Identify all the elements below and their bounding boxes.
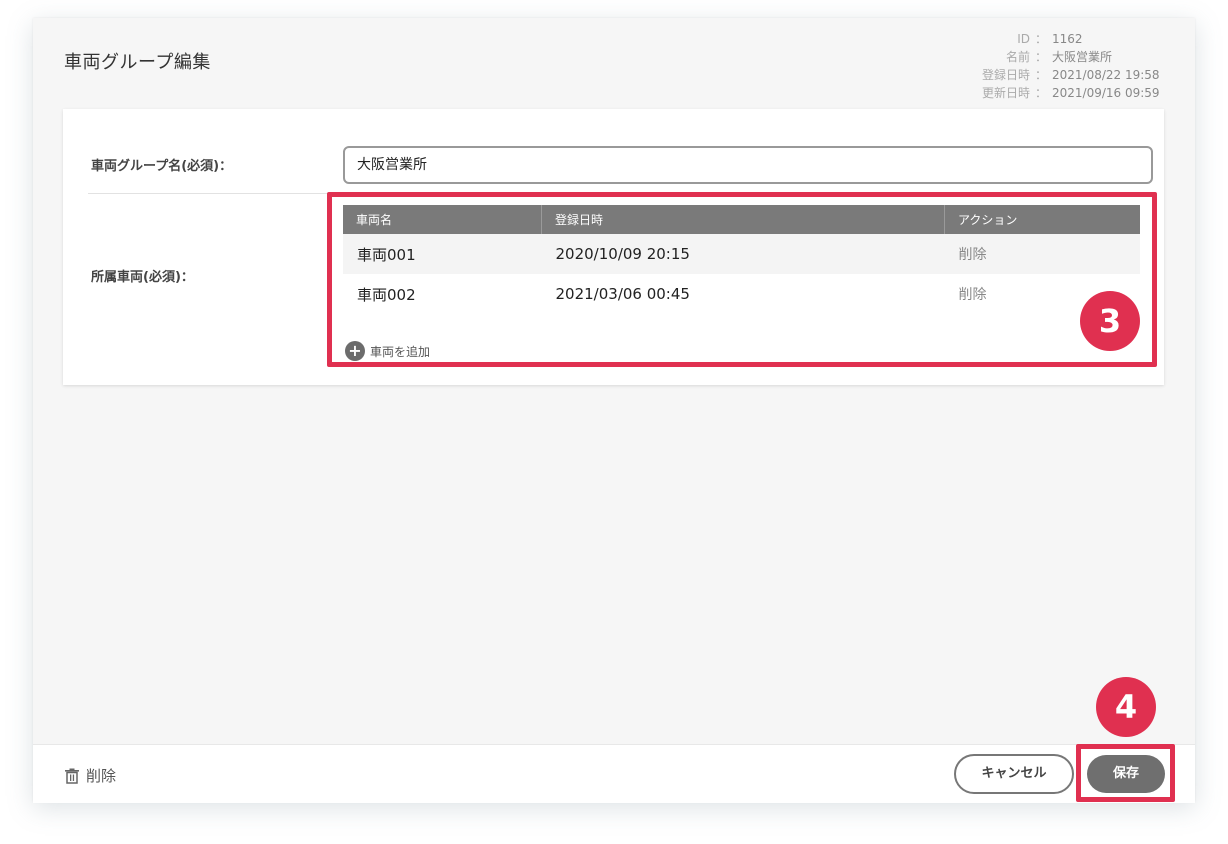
record-meta: ID ： 1162 名前 ： 大阪営業所 登録日時 ： 2021/08/22 1… (982, 30, 1162, 102)
footer-bar: 削除 キャンセル 保存 (33, 744, 1195, 803)
delete-group-button[interactable]: 削除 (64, 765, 116, 786)
meta-value: 2021/08/22 19:58 (1052, 68, 1160, 82)
group-name-label: 車両グループ名(必須)： (91, 159, 233, 174)
group-name-input[interactable]: 大阪営業所 (343, 146, 1153, 184)
meta-row-updated: 更新日時 ： 2021/09/16 09:59 (982, 84, 1162, 102)
meta-key: 名前 (1005, 50, 1030, 64)
meta-value: 2021/09/16 09:59 (1052, 86, 1160, 100)
trash-icon (65, 768, 79, 784)
page-title: 車両グループ編集 (64, 52, 211, 73)
step-badge-3: 3 (1080, 291, 1140, 351)
delete-group-label: 削除 (86, 767, 117, 785)
meta-separator: ： (1034, 32, 1047, 46)
highlight-box-vehicles (327, 192, 1157, 367)
meta-key: 更新日時 (981, 86, 1030, 100)
meta-row-created: 登録日時 ： 2021/08/22 19:58 (982, 66, 1162, 84)
cancel-button[interactable]: キャンセル (954, 754, 1074, 794)
meta-value: 大阪営業所 (1052, 50, 1113, 64)
meta-separator: ： (1034, 50, 1047, 64)
step-badge-4: 4 (1096, 677, 1156, 737)
meta-row-name: 名前 ： 大阪営業所 (982, 48, 1162, 66)
edit-vehicle-group-window: 車両グループ編集 ID ： 1162 名前 ： 大阪営業所 登録日時 ： 202… (33, 18, 1195, 803)
meta-key: ID (1017, 32, 1030, 46)
meta-key: 登録日時 (981, 68, 1030, 82)
meta-value: 1162 (1052, 32, 1083, 46)
highlight-box-save (1076, 744, 1175, 802)
meta-separator: ： (1034, 86, 1047, 100)
vehicles-label: 所属車両(必須)： (91, 270, 194, 285)
meta-separator: ： (1034, 68, 1047, 82)
meta-row-id: ID ： 1162 (982, 30, 1162, 48)
